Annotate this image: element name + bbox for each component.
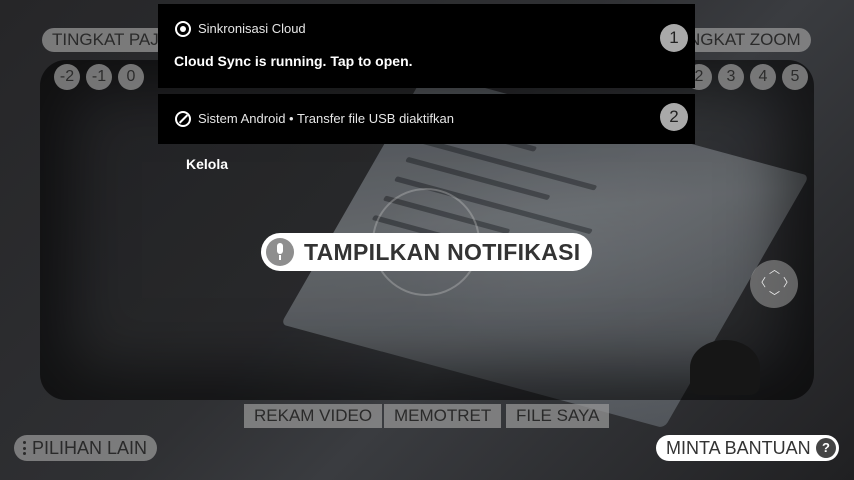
zoom-level-button[interactable]: 3 [718, 64, 744, 90]
notification-number-badge: 1 [660, 24, 688, 52]
more-options-button[interactable]: PILIHAN LAIN [14, 435, 157, 461]
cloud-sync-icon [175, 21, 191, 37]
arrow-up-icon: ︿ [769, 264, 780, 276]
notification-number-badge: 2 [660, 103, 688, 131]
arrow-down-icon: ﹀ [769, 291, 780, 303]
arrow-right-icon: 〉 [783, 277, 794, 289]
my-files-button[interactable]: FILE SAYA [506, 404, 610, 428]
voice-command-text: TAMPILKAN NOTIFIKASI [304, 239, 581, 265]
voice-command-chip: TAMPILKAN NOTIFIKASI [261, 233, 592, 271]
help-icon: ? [816, 438, 836, 458]
notification-app-name: Sistem Android • Transfer file USB diakt… [198, 111, 454, 126]
exposure-level-button[interactable]: -1 [86, 64, 112, 90]
record-video-button[interactable]: REKAM VIDEO [244, 404, 383, 428]
microphone-icon [266, 238, 294, 266]
directional-pad-icon[interactable]: ︿ ﹀ 〈 〉 [750, 260, 798, 308]
exposure-level-label: TINGKAT PAJ [42, 28, 169, 52]
zoom-level-button[interactable]: 4 [750, 64, 776, 90]
zoom-level-label: NGKAT ZOOM [684, 28, 811, 52]
notification-cloud-sync[interactable]: Sinkronisasi Cloud Cloud Sync is running… [158, 4, 695, 88]
notification-usb-transfer[interactable]: Sistem Android • Transfer file USB diakt… [158, 94, 695, 144]
exposure-level-button[interactable]: -2 [54, 64, 80, 90]
more-options-icon [23, 441, 26, 455]
notification-text: Cloud Sync is running. Tap to open. [174, 53, 413, 69]
background-object [690, 340, 760, 395]
arrow-left-icon: 〈 [755, 277, 766, 289]
take-photo-button[interactable]: MEMOTRET [384, 404, 502, 428]
android-system-icon [175, 111, 191, 127]
manage-notifications-button[interactable]: Kelola [186, 156, 228, 172]
more-options-label: PILIHAN LAIN [32, 438, 148, 458]
notification-app-name: Sinkronisasi Cloud [198, 21, 306, 36]
exposure-level-button[interactable]: 0 [118, 64, 144, 90]
zoom-level-button[interactable]: 5 [782, 64, 808, 90]
help-button[interactable]: MINTA BANTUAN ? [656, 435, 839, 461]
help-label: MINTA BANTUAN [666, 438, 811, 458]
